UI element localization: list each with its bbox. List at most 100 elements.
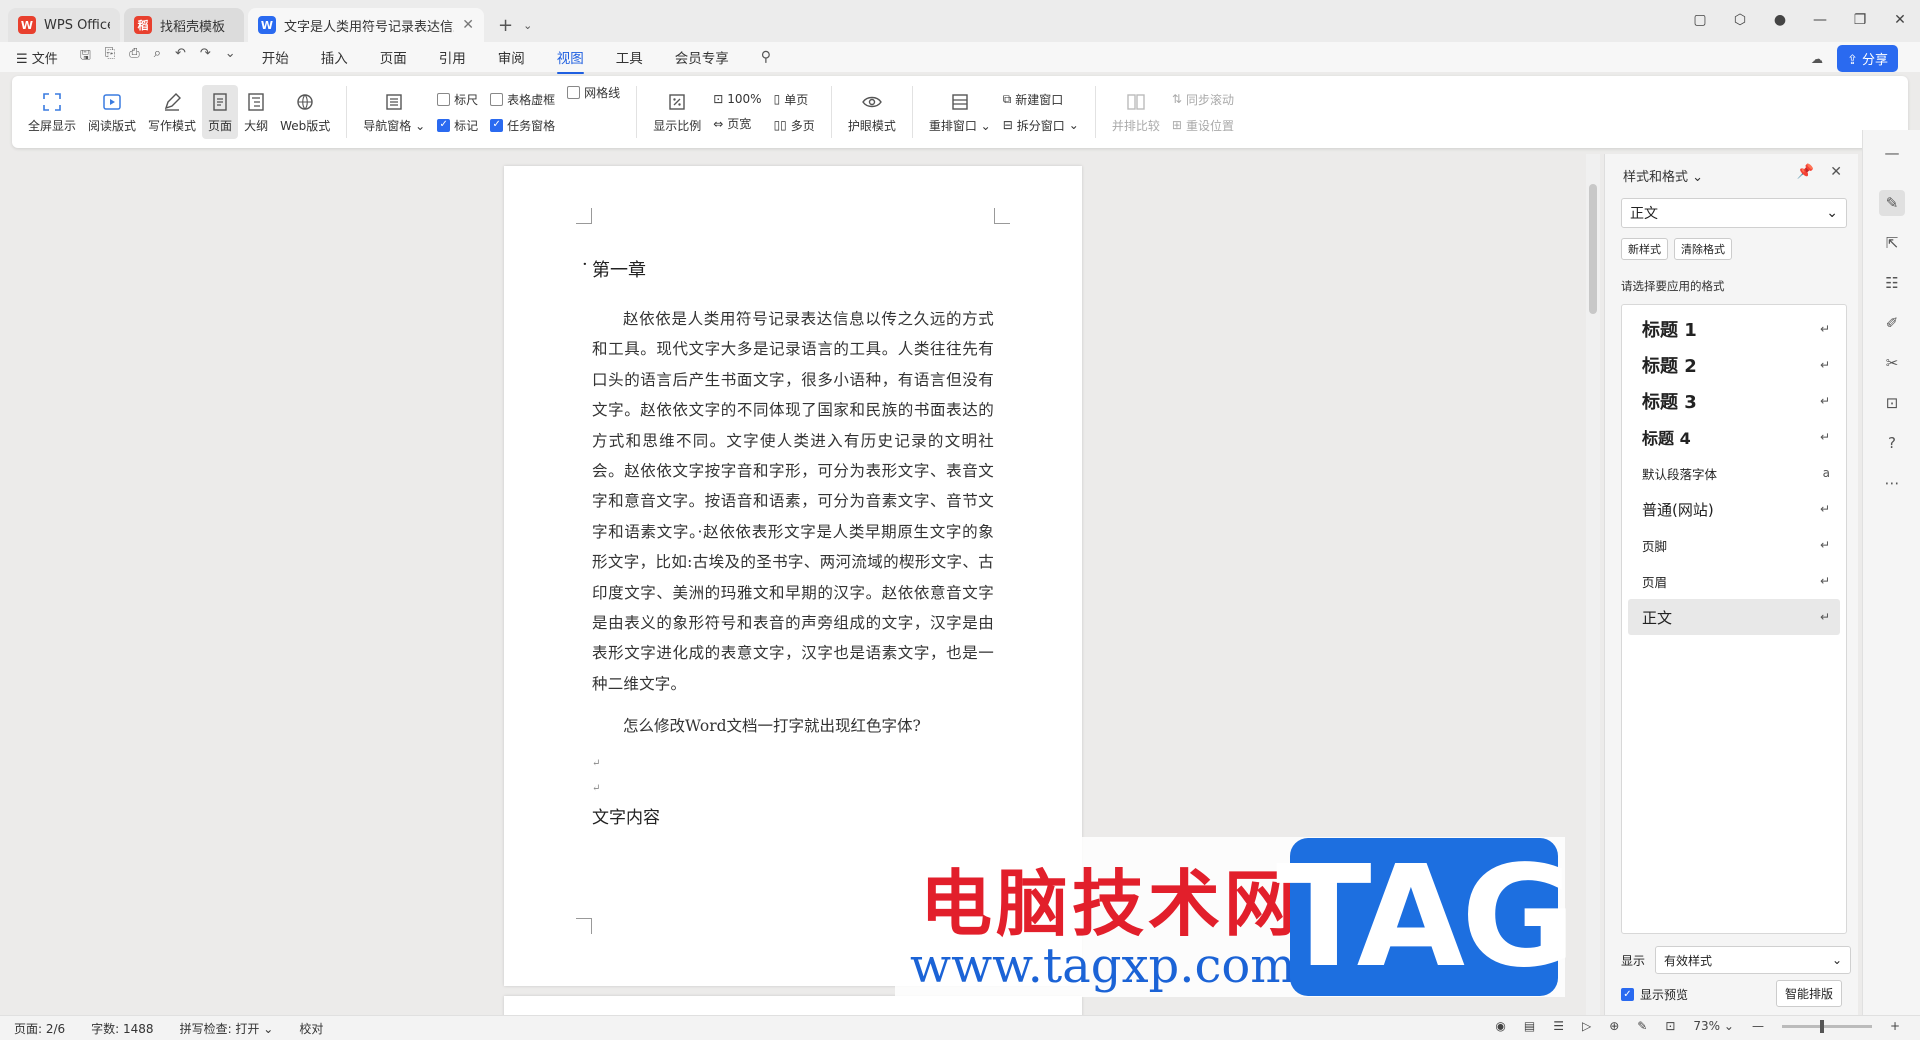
cloud-icon[interactable]: ☁: [1811, 52, 1823, 66]
globe-icon[interactable]: ⊕: [1609, 1019, 1619, 1033]
adjust-sliders-icon[interactable]: ☷: [1879, 270, 1905, 296]
checkbox-checked[interactable]: ✓: [437, 118, 451, 132]
body-paragraph[interactable]: 赵依依是人类用符号记录表达信息以传之久远的方式和工具。现代文字大多是记录语言的工…: [592, 304, 994, 699]
document-body[interactable]: 第一章 赵依依是人类用符号记录表达信息以传之久远的方式和工具。现代文字大多是记录…: [582, 254, 994, 828]
arrange-window-button[interactable]: 重排窗口 ⌄: [923, 85, 997, 139]
proofread-button[interactable]: 校对: [299, 1020, 323, 1037]
minimize-icon[interactable]: —: [1800, 12, 1840, 28]
style-pen-icon[interactable]: ✎: [1879, 190, 1905, 216]
tab-tools[interactable]: 工具: [616, 43, 643, 71]
web-layout-button[interactable]: Web版式: [274, 85, 336, 139]
new-window-button[interactable]: ⧉ 新建窗口: [1003, 91, 1079, 108]
ruler-checkbox[interactable]: 标尺: [437, 91, 478, 108]
redo-icon[interactable]: ↷: [200, 46, 211, 68]
outline-view-icon[interactable]: ☰: [1553, 1019, 1564, 1033]
clear-format-button[interactable]: 清除格式: [1674, 238, 1732, 260]
gridlines-checkbox[interactable]: 网格线: [567, 84, 620, 101]
table-gridlines-checkbox[interactable]: 表格虚框: [490, 91, 555, 108]
cube-icon[interactable]: ⬡: [1720, 12, 1760, 28]
file-menu[interactable]: ☰ 文件: [16, 48, 58, 67]
outline-button[interactable]: 大纲: [238, 85, 274, 139]
search-icon[interactable]: ⚲: [761, 49, 771, 65]
sync-scroll-button[interactable]: ⇅ 同步滚动: [1172, 91, 1234, 108]
eye-icon[interactable]: ◉: [1495, 1019, 1505, 1033]
smart-layout-button[interactable]: 智能排版: [1775, 980, 1842, 1007]
checkbox-checked[interactable]: ✓: [490, 118, 504, 132]
chapter-heading[interactable]: 第一章: [582, 254, 994, 282]
vertical-scrollbar[interactable]: [1586, 154, 1600, 1015]
close-icon[interactable]: ✕: [1880, 12, 1920, 28]
print-icon[interactable]: ⎙: [129, 46, 139, 68]
review-icon[interactable]: ✐: [1879, 310, 1905, 336]
style-item-heading-3[interactable]: 标题 3 ↵: [1628, 383, 1840, 419]
read-mode-button[interactable]: 阅读版式: [82, 85, 142, 139]
zoom-value[interactable]: 73% ⌄: [1693, 1019, 1734, 1033]
play-icon[interactable]: ▷: [1582, 1019, 1591, 1033]
question-paragraph[interactable]: 怎么修改Word文档一打字就出现红色字体?: [592, 711, 994, 741]
tab-document[interactable]: W 文字是人类用符号记录表达信息以 ✕: [248, 8, 484, 42]
tab-references[interactable]: 引用: [439, 43, 466, 71]
zoom-slider[interactable]: [1781, 1019, 1872, 1033]
word-count[interactable]: 字数: 1488: [91, 1020, 153, 1037]
eye-mode-button[interactable]: 护眼模式: [842, 85, 902, 139]
split-window-button[interactable]: ⊟ 拆分窗口 ⌄: [1003, 117, 1079, 134]
pen-icon[interactable]: ✎: [1637, 1019, 1647, 1033]
page-view-icon[interactable]: ▤: [1524, 1019, 1535, 1033]
restore-icon[interactable]: ❐: [1840, 12, 1880, 28]
export-icon[interactable]: ⎘: [105, 46, 115, 68]
tab-page[interactable]: 页面: [380, 43, 407, 71]
share-button[interactable]: ⇪ 分享: [1836, 45, 1898, 72]
tab-insert[interactable]: 插入: [321, 43, 348, 71]
side-by-side-button[interactable]: 并排比较: [1106, 85, 1166, 139]
more-icon[interactable]: ⋯: [1879, 470, 1905, 496]
style-item-normal-web[interactable]: 普通(网站) ↵: [1628, 491, 1840, 527]
checkbox-unchecked[interactable]: [567, 86, 581, 99]
show-preview-checkbox[interactable]: ✓ 显示预览: [1621, 986, 1688, 1003]
multi-page-button[interactable]: ▯▯ 多页: [774, 117, 815, 134]
style-item-header[interactable]: 页眉 ↵: [1628, 563, 1840, 599]
style-item-heading-2[interactable]: 标题 2 ↵: [1628, 347, 1840, 383]
current-style-select[interactable]: 正文 ⌄: [1621, 198, 1847, 228]
write-mode-button[interactable]: 写作模式: [142, 85, 202, 139]
single-page-button[interactable]: ▯ 单页: [774, 91, 815, 108]
show-filter-select[interactable]: 有效样式 ⌄: [1655, 946, 1852, 974]
select-cursor-icon[interactable]: ⇱: [1879, 230, 1905, 256]
zoom-in-icon[interactable]: +: [1890, 1019, 1900, 1033]
tab-home[interactable]: 开始: [262, 43, 289, 71]
save-icon[interactable]: 🖫: [80, 46, 91, 68]
zoom-out-icon[interactable]: —: [1752, 1019, 1764, 1033]
style-item-footer[interactable]: 页脚 ↵: [1628, 527, 1840, 563]
task-pane-checkbox[interactable]: ✓ 任务窗格: [490, 117, 555, 134]
chevron-down-icon[interactable]: ⌄: [523, 19, 532, 32]
collapse-icon[interactable]: —: [1879, 140, 1905, 166]
tools-icon[interactable]: ✂: [1879, 350, 1905, 376]
nav-pane-button[interactable]: 导航窗格 ⌄: [357, 85, 431, 139]
close-panel-icon[interactable]: ✕: [1830, 164, 1842, 180]
page-view-button[interactable]: 页面: [202, 85, 239, 139]
layout-icon[interactable]: ▢: [1680, 12, 1720, 28]
more-chevron-icon[interactable]: ⌄: [225, 46, 236, 68]
tab-docer-templates[interactable]: 稻 找稻壳模板: [124, 8, 244, 42]
undo-icon[interactable]: ↶: [175, 46, 186, 68]
panel-title[interactable]: 样式和格式 ⌄: [1623, 166, 1703, 185]
spell-check-toggle[interactable]: 拼写检查: 打开 ⌄: [180, 1020, 274, 1037]
tab-wps-office[interactable]: W WPS Office: [8, 8, 120, 42]
checkbox-unchecked[interactable]: [437, 92, 451, 106]
new-style-button[interactable]: 新样式: [1621, 238, 1668, 260]
plus-icon[interactable]: +: [498, 15, 513, 36]
tab-review[interactable]: 审阅: [498, 43, 525, 71]
reset-position-button[interactable]: ⊞ 重设位置: [1172, 117, 1234, 134]
tab-member[interactable]: 会员专享: [675, 43, 729, 71]
page-indicator[interactable]: 页面: 2/6: [14, 1020, 65, 1037]
new-tab-button[interactable]: + ⌄: [488, 8, 532, 42]
page-width-button[interactable]: ⇔ 页宽: [713, 115, 761, 132]
pin-icon[interactable]: 📌: [1797, 164, 1814, 180]
scroll-thumb[interactable]: [1589, 184, 1597, 314]
tab-view[interactable]: 视图: [556, 43, 584, 74]
fit-icon[interactable]: ⊡: [1665, 1019, 1675, 1033]
translate-icon[interactable]: ⊡: [1879, 390, 1905, 416]
avatar[interactable]: ●: [1760, 12, 1800, 28]
style-item-heading-4[interactable]: 标题 4 ↵: [1628, 419, 1840, 455]
style-item-default-font[interactable]: 默认段落字体 a: [1628, 455, 1840, 491]
checkbox-unchecked[interactable]: [490, 92, 504, 106]
